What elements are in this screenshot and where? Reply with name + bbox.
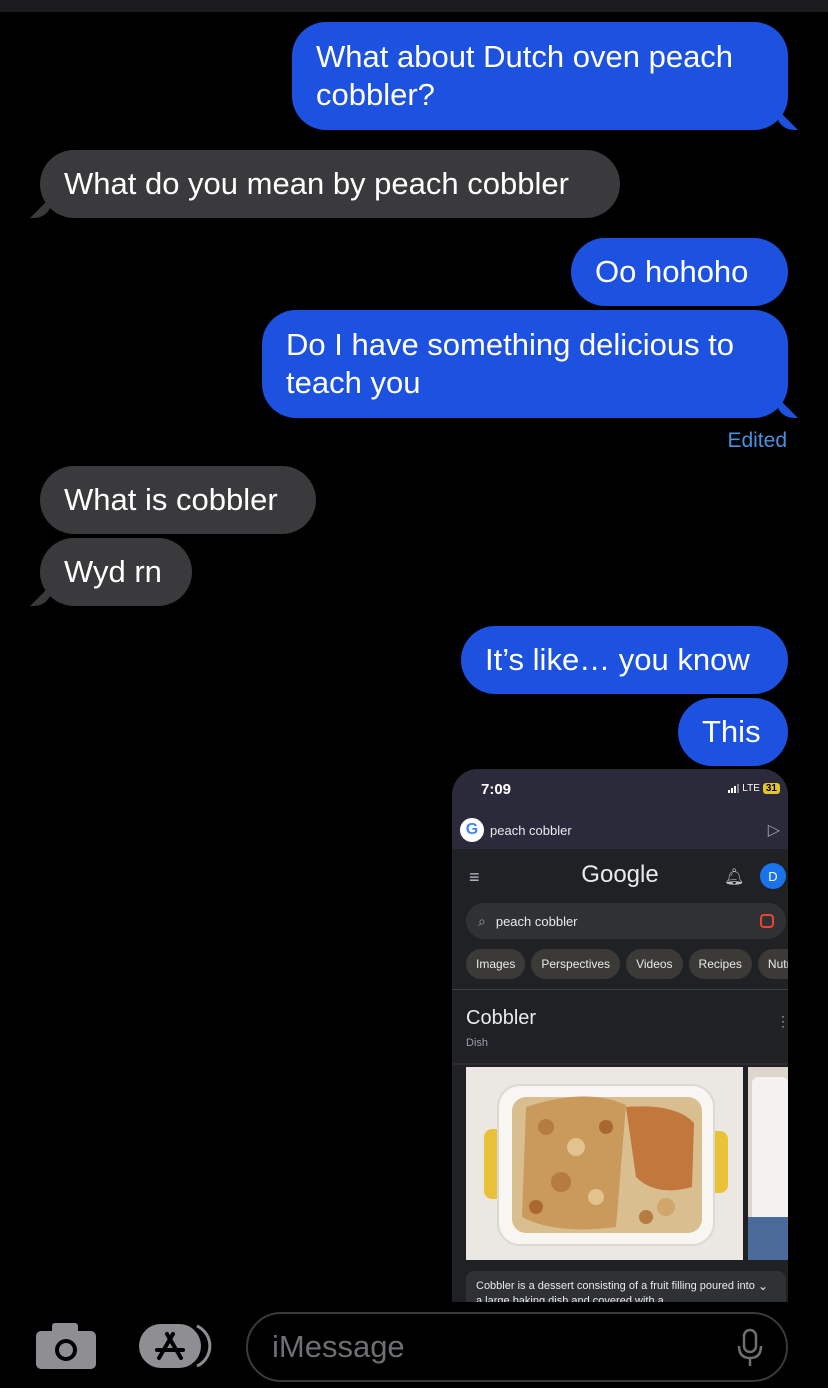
- microphone-icon: [737, 1328, 763, 1366]
- google-search-box: ⌕ peach cobbler: [466, 903, 786, 939]
- edited-label: Edited: [727, 429, 787, 452]
- chip-images: Images: [466, 949, 526, 979]
- message-bubble-outgoing[interactable]: This: [678, 698, 788, 766]
- knowledge-panel-subtitle: Dish: [466, 1037, 489, 1049]
- browser-query: peach cobbler: [490, 822, 572, 838]
- search-icon: ⌕: [478, 912, 486, 929]
- camera-icon: [36, 1323, 96, 1369]
- message-text: Oo hohoho: [595, 254, 749, 289]
- app-store-icon: [139, 1324, 212, 1368]
- bell-icon: 🔔︎: [724, 869, 745, 886]
- chip-videos: Videos: [626, 949, 683, 979]
- chip-recipes: Recipes: [688, 949, 752, 979]
- network-label: LTE: [742, 783, 760, 794]
- message-text: What do you mean by peach cobbler: [64, 166, 569, 201]
- screenshot-status-bar: 7:09 LTE 31 G peach cobbler ▷: [452, 769, 788, 849]
- google-g-icon: G: [460, 818, 484, 842]
- more-options-icon: ⋮: [776, 1013, 788, 1029]
- message-input-placeholder: iMessage: [272, 1329, 405, 1364]
- google-header: ≡ Google 🔔︎ D: [452, 853, 788, 899]
- message-bubble-outgoing[interactable]: Do I have something delicious to teach y…: [262, 310, 788, 418]
- status-time: 7:09: [481, 781, 512, 798]
- browser-search-row: G peach cobbler ▷: [460, 817, 780, 843]
- message-text: It’s like… you know: [485, 642, 750, 677]
- avatar: D: [760, 863, 786, 889]
- chevron-down-icon: ⌄: [758, 1279, 769, 1293]
- description-card: Cobbler is a dessert consisting of a fru…: [466, 1271, 786, 1302]
- message-bubble-outgoing[interactable]: What about Dutch oven peach cobbler?: [292, 22, 788, 130]
- lens-icon: [760, 914, 774, 928]
- message-text: Wyd rn: [64, 554, 162, 589]
- chip-perspectives: Perspectives: [531, 949, 621, 979]
- app-store-button[interactable]: [139, 1322, 213, 1370]
- message-text: What about Dutch oven peach cobbler?: [316, 39, 734, 112]
- screenshot-attachment[interactable]: 7:09 LTE 31 G peach cobbler ▷ ≡ Google 🔔…: [452, 769, 788, 1302]
- message-text: What is cobbler: [64, 482, 278, 517]
- signal-icon: [728, 784, 740, 793]
- status-indicators: LTE 31: [728, 783, 780, 794]
- message-bubble-outgoing[interactable]: It’s like… you know: [461, 626, 788, 694]
- message-bubble-incoming[interactable]: What is cobbler: [40, 466, 316, 534]
- search-query: peach cobbler: [495, 913, 578, 929]
- message-bubble-incoming[interactable]: Wyd rn: [40, 538, 192, 606]
- knowledge-panel-title: Cobbler: [466, 1007, 537, 1029]
- chip-nutrition: Nutr: [757, 949, 788, 979]
- cobbler-photo: [466, 1067, 743, 1260]
- divider: [452, 989, 788, 990]
- battery-icon: 31: [762, 783, 780, 794]
- message-text: This: [702, 714, 761, 749]
- message-text: Do I have something delicious to teach y…: [286, 327, 735, 400]
- message-input[interactable]: iMessage: [246, 1312, 788, 1382]
- cobbler-photo-secondary: [748, 1067, 788, 1260]
- send-icon: ▷: [767, 822, 780, 839]
- message-bubble-outgoing[interactable]: Oo hohoho: [571, 238, 788, 306]
- top-bar: [0, 0, 828, 12]
- camera-button[interactable]: [36, 1323, 96, 1369]
- divider: [452, 1063, 788, 1065]
- filter-chips: Images Perspectives Videos Recipes Nutr: [466, 949, 788, 979]
- microphone-button[interactable]: [736, 1328, 764, 1368]
- message-bubble-incoming[interactable]: What do you mean by peach cobbler: [40, 150, 620, 218]
